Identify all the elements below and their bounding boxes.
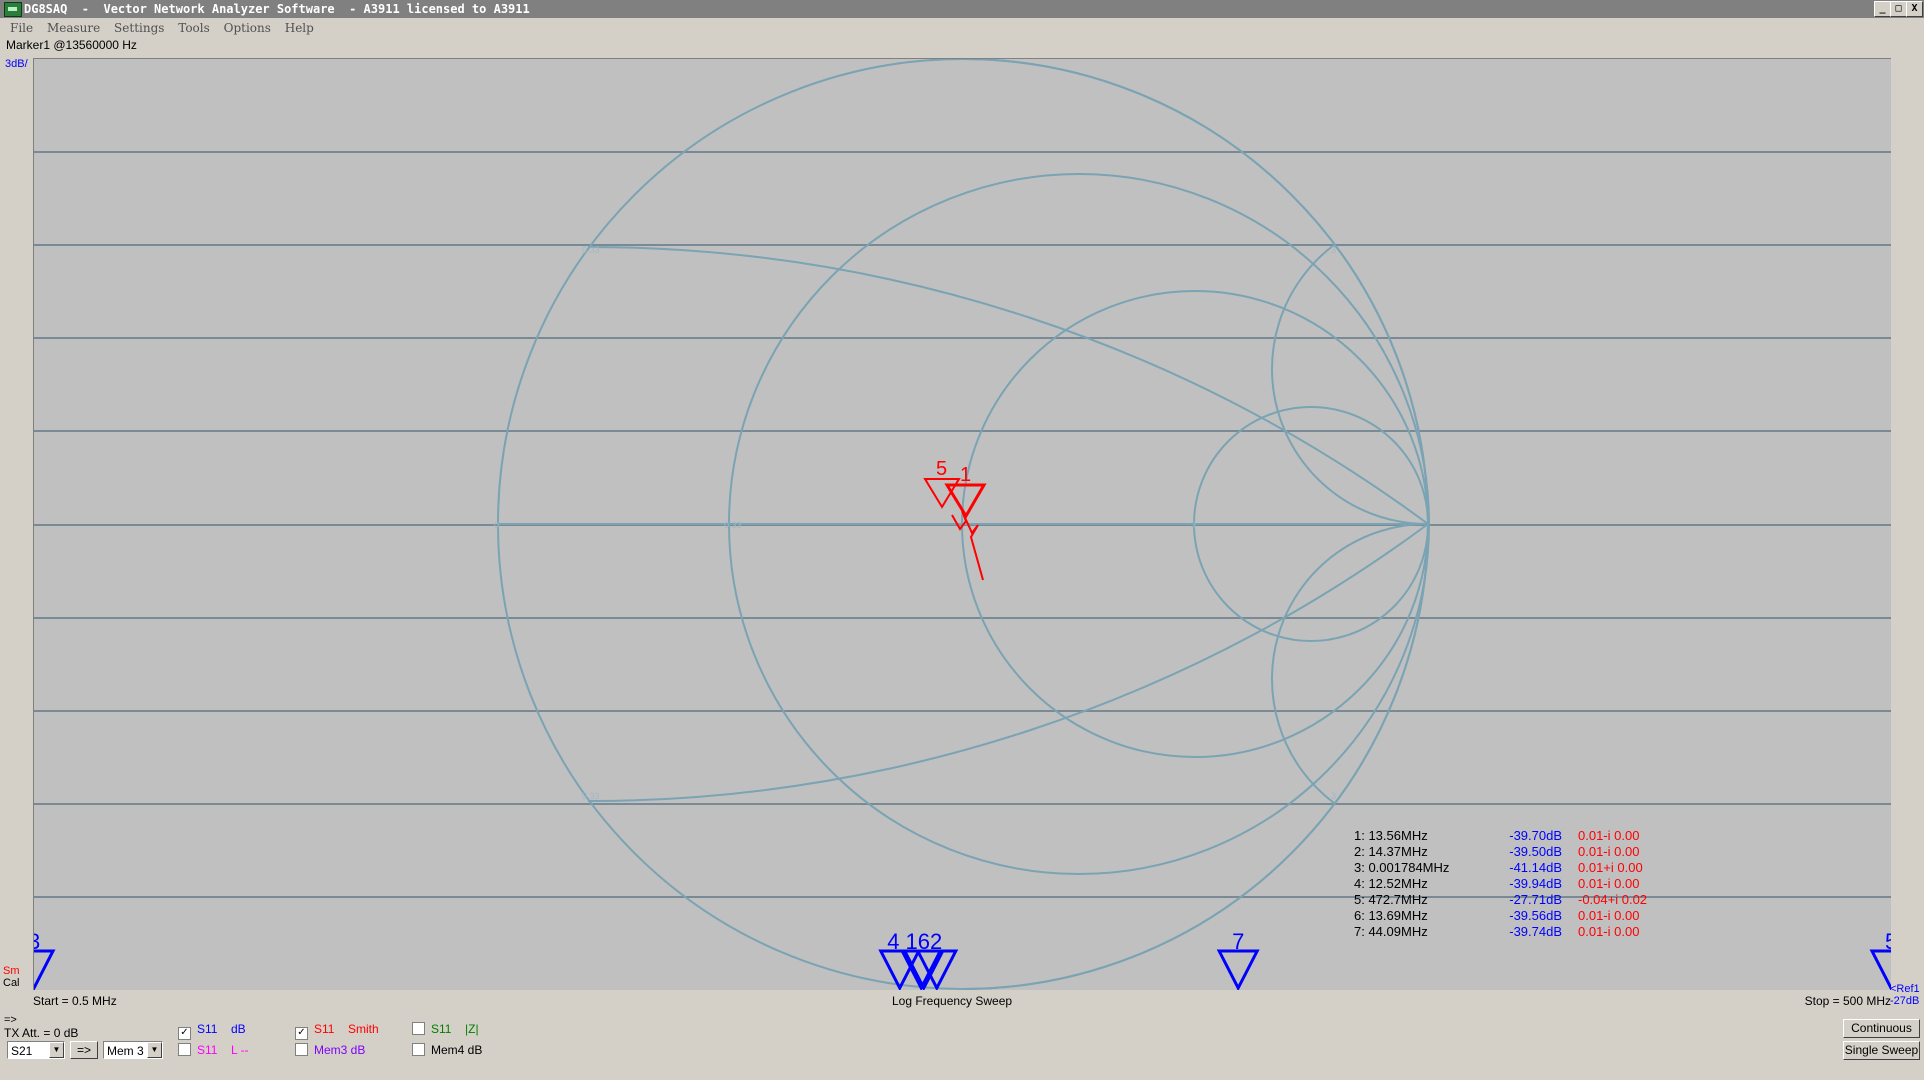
trace-s11-smith-checkbox[interactable]: ✓ S11 Smith <box>295 1022 379 1040</box>
chevron-down-icon[interactable]: ▼ <box>147 1042 162 1058</box>
frequency-marker-7[interactable] <box>1216 949 1260 990</box>
smith-label-center-right: 3 <box>1191 520 1196 530</box>
app-icon <box>4 2 22 17</box>
copy-trace-button[interactable]: => <box>70 1041 98 1059</box>
stop-frequency: Stop = 500 MHz <box>1804 994 1891 1008</box>
checkbox-box[interactable] <box>412 1043 425 1056</box>
frequency-marker-5[interactable] <box>1869 949 1891 990</box>
frequency-marker-cluster-label: 4 162 <box>887 929 942 954</box>
marker-row: 5: 472.7MHz -27.71dB -0.04+i 0.02 <box>1354 892 1648 907</box>
memory-select-value: Mem 3 <box>107 1044 144 1058</box>
marker-row: 1: 13.56MHz -39.70dB 0.01-i 0.00 <box>1354 828 1640 843</box>
menu-options[interactable]: Options <box>224 19 271 37</box>
marker-row: 2: 14.37MHz -39.50dB 0.01-i 0.00 <box>1354 844 1640 859</box>
trace-s11-db-checkbox[interactable]: ✓ S11 dB <box>178 1022 246 1040</box>
cal-indicator: Cal <box>3 977 20 989</box>
smith-label-center-left: 0 <box>494 520 499 530</box>
checkbox-box[interactable]: ✓ <box>295 1027 308 1040</box>
scale-label: 3dB/ <box>5 58 28 70</box>
memory-select[interactable]: Mem 3 ▼ <box>103 1041 163 1059</box>
maximize-button[interactable]: □ <box>1890 1 1907 17</box>
menu-measure[interactable]: Measure <box>47 19 100 37</box>
trace-mem3-db-checkbox[interactable]: Mem3 dB <box>295 1043 365 1057</box>
smith-marker-1-label: 1 <box>960 464 971 486</box>
continuous-button[interactable]: Continuous <box>1843 1019 1920 1038</box>
smith-label-bottom-right: 3 <box>1331 791 1336 801</box>
menu-tools[interactable]: Tools <box>178 19 210 37</box>
start-frequency: Start = 0.5 MHz <box>33 994 117 1008</box>
marker-row: 6: 13.69MHz -39.56dB 0.01-i 0.00 <box>1354 908 1640 923</box>
minimize-button[interactable]: _ <box>1874 1 1891 17</box>
direction-indicator: => <box>4 1014 17 1026</box>
sweep-mode: Log Frequency Sweep <box>892 994 1013 1008</box>
trace-s11-z-checkbox[interactable]: S11 |Z| <box>412 1022 479 1036</box>
menu-bar: File Measure Settings Tools Options Help <box>0 19 1924 37</box>
smith-indicator: Sm <box>3 965 20 977</box>
smith-trace: 5 1 <box>923 458 987 581</box>
smith-label-bottom-left: 0.33 <box>582 791 600 801</box>
menu-file[interactable]: File <box>10 19 33 37</box>
marker-row: 3: 0.001784MHz -41.14dB 0.01+i 0.00 <box>1354 860 1643 875</box>
frequency-marker-3[interactable] <box>34 949 56 990</box>
smith-label-center-mid: 0.33 <box>724 520 742 530</box>
port-select[interactable]: S21 ▼ <box>7 1041 65 1059</box>
marker-row: 7: 44.09MHz -39.74dB 0.01-i 0.00 <box>1354 924 1640 939</box>
tx-attenuation: TX Att. = 0 dB <box>4 1026 79 1040</box>
checkbox-box[interactable]: ✓ <box>178 1027 191 1040</box>
reference-label: <Ref1 -27dB <box>1890 983 1920 1007</box>
ref-name: <Ref1 <box>1890 983 1920 995</box>
marker-row: 4: 12.52MHz -39.94dB 0.01-i 0.00 <box>1354 876 1640 891</box>
trace-mem4-db-checkbox[interactable]: Mem4 dB <box>412 1043 482 1057</box>
frequency-marker-label: 7 <box>1232 929 1244 954</box>
smith-x-3-arc <box>1270 244 1429 526</box>
close-button[interactable]: X <box>1906 1 1923 17</box>
menu-settings[interactable]: Settings <box>114 19 164 37</box>
port-select-value: S21 <box>11 1044 33 1058</box>
smith-label-top-right: 3 <box>1331 245 1336 255</box>
smith-x-minus-3-arc <box>1270 522 1429 804</box>
single-sweep-button[interactable]: Single Sweep <box>1843 1041 1920 1060</box>
title-bar: DG8SAQ - Vector Network Analyzer Softwar… <box>0 0 1924 18</box>
smith-marker-5-label: 5 <box>936 458 947 480</box>
menu-help[interactable]: Help <box>285 19 314 37</box>
checkbox-box[interactable] <box>295 1043 308 1056</box>
marker-table: 1: 13.56MHz -39.70dB 0.01-i 0.00 2: 14.37M… <box>1354 828 1647 940</box>
trace-s11-l-checkbox[interactable]: S11 L -- <box>178 1043 249 1057</box>
checkbox-box[interactable] <box>178 1043 191 1056</box>
checkbox-box[interactable] <box>412 1022 425 1035</box>
marker-info: Marker1 @13560000 Hz <box>6 38 137 52</box>
smith-label-top-left: 0.33 <box>582 245 600 255</box>
smith-marker-5-triangle <box>923 478 961 509</box>
chevron-down-icon[interactable]: ▼ <box>49 1042 64 1058</box>
ref-value: -27dB <box>1890 995 1920 1007</box>
frequency-marker-label: 3 <box>34 929 40 954</box>
frequency-marker-label: 5 <box>1885 929 1891 954</box>
window-title: DG8SAQ - Vector Network Analyzer Softwar… <box>24 2 530 16</box>
bottom-panel <box>0 1008 1924 1080</box>
